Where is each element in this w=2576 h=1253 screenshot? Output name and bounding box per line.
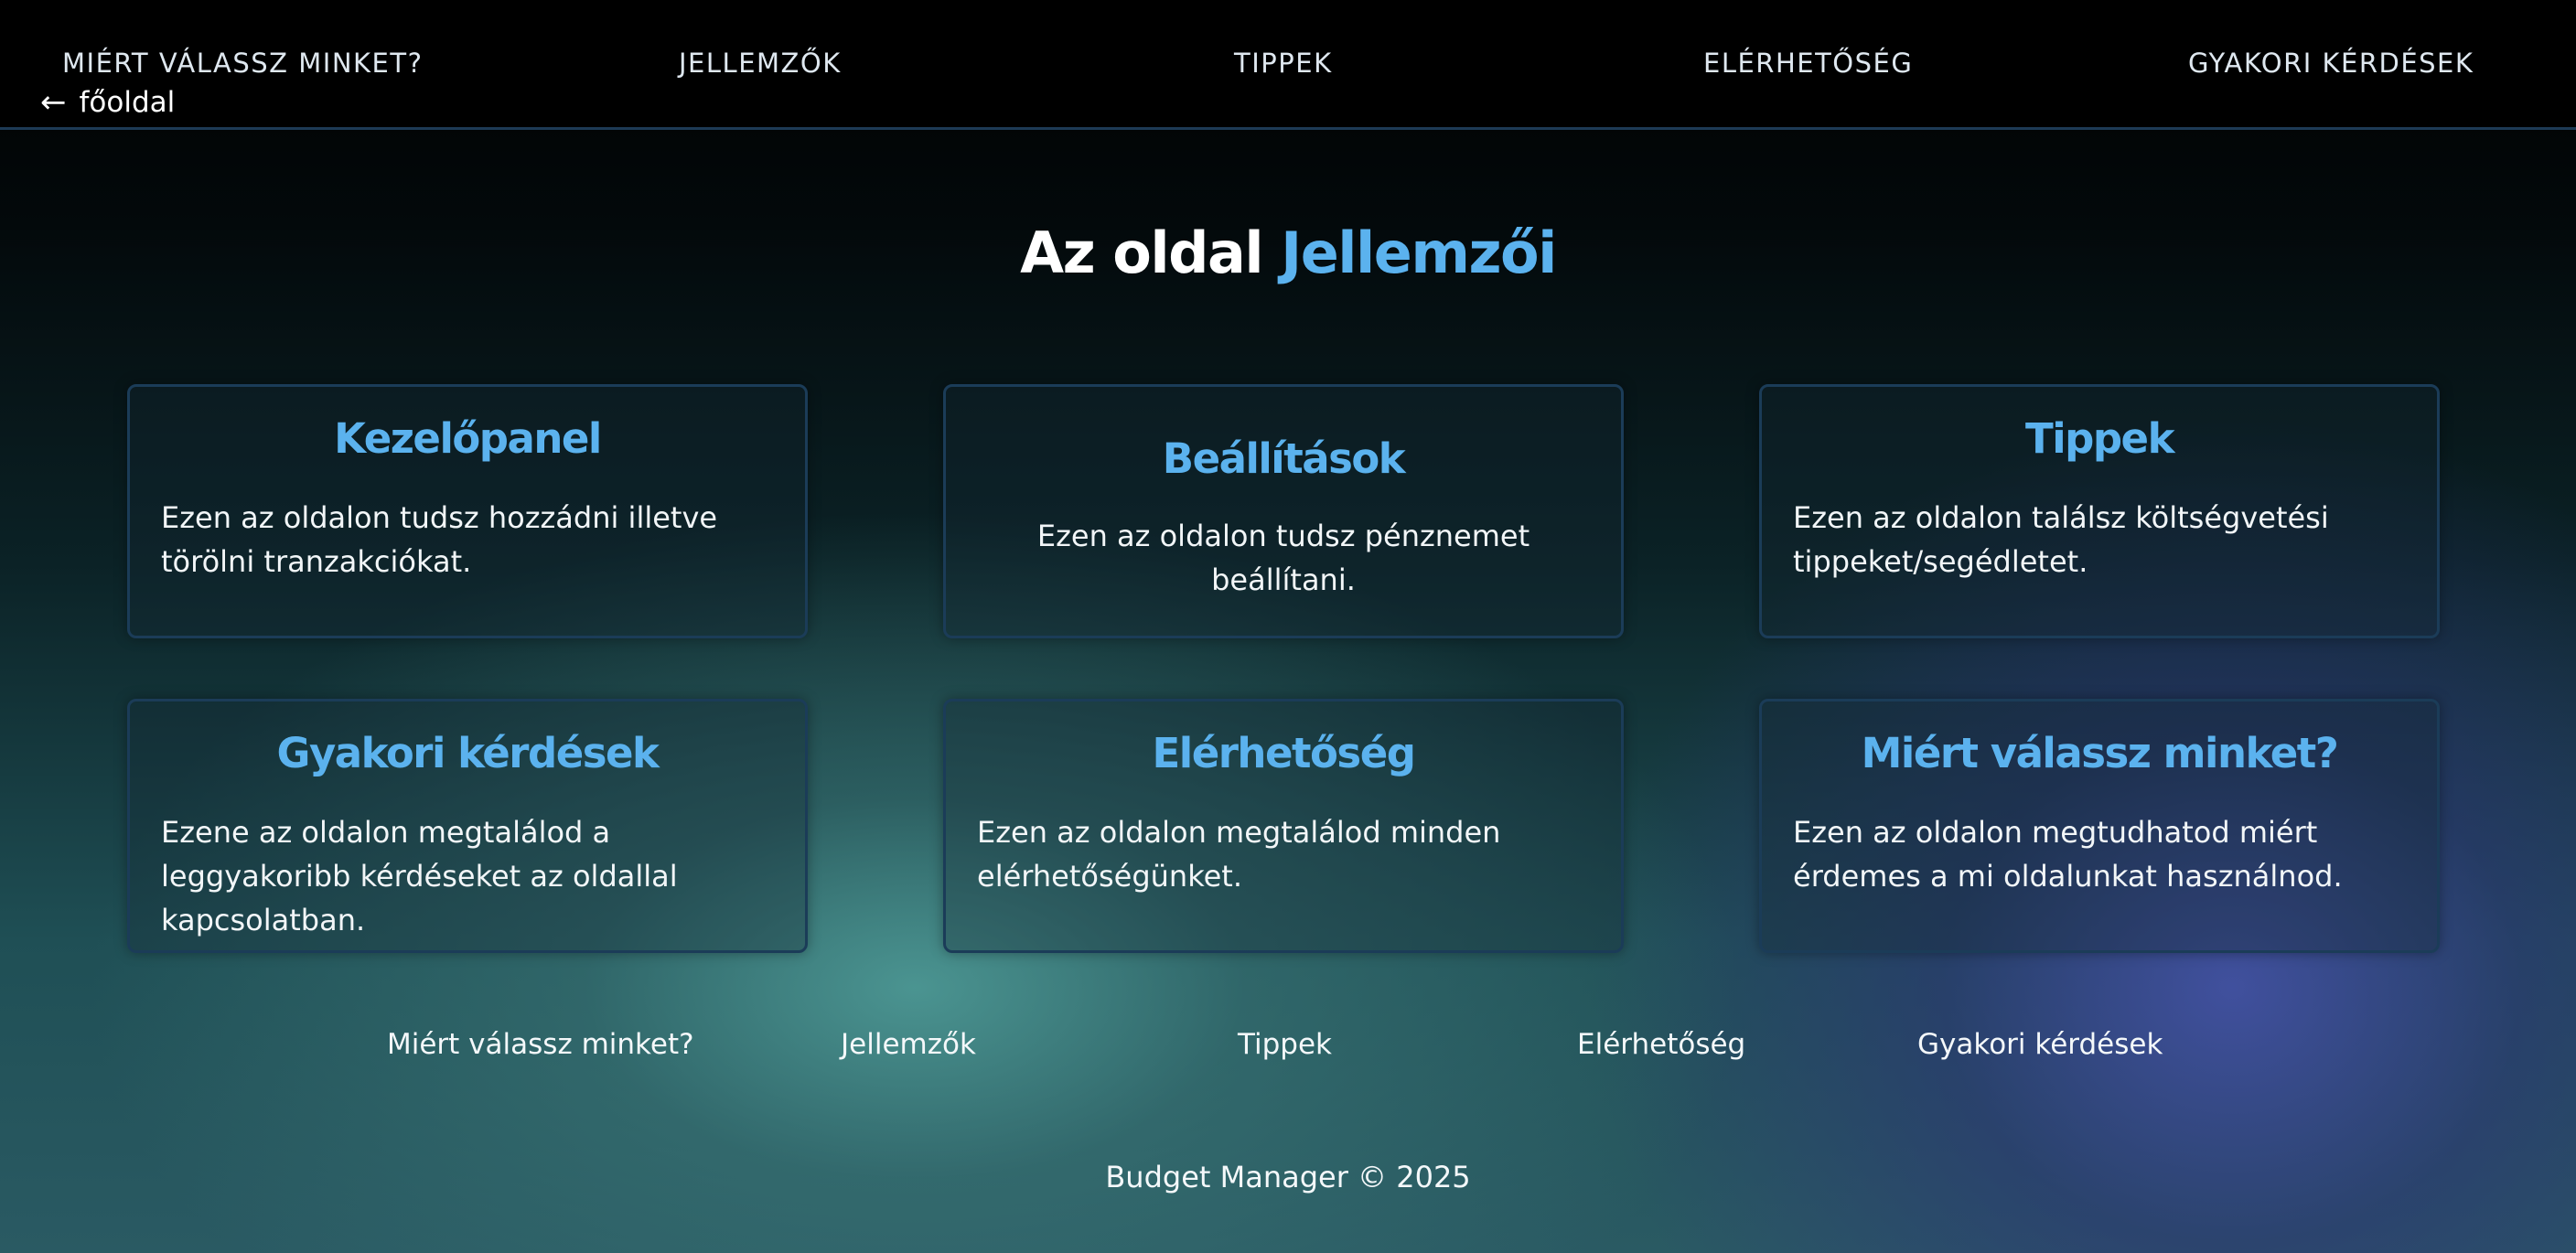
- copyright-text: Budget Manager © 2025: [1105, 1160, 1471, 1194]
- feature-card-title: Miért válassz minket?: [1861, 729, 2339, 777]
- nav-link-faq[interactable]: GYAKORI KÉRDÉSEK: [2188, 48, 2474, 79]
- feature-card-description: Ezene az oldalon megtalálod a leggyakori…: [161, 815, 678, 937]
- footer-link-faq[interactable]: Gyakori kérdések: [1917, 1028, 2163, 1061]
- nav-link-why-us[interactable]: MIÉRT VÁLASSZ MINKET?: [62, 48, 423, 79]
- feature-card-settings[interactable]: Beállítások Ezen az oldalon tudsz pénzne…: [943, 384, 1624, 638]
- feature-card-dashboard[interactable]: Kezelőpanel Ezen az oldalon tudsz hozzád…: [127, 384, 808, 638]
- feature-card-description: Ezen az oldalon megtalálod minden elérhe…: [977, 815, 1501, 894]
- top-navigation-bar: MIÉRT VÁLASSZ MINKET? JELLEMZŐK TIPPEK E…: [0, 0, 2576, 130]
- feature-card-title: Tippek: [2025, 414, 2175, 463]
- feature-card-title: Beállítások: [1162, 434, 1406, 483]
- footer-link-why-us[interactable]: Miért válassz minket?: [387, 1028, 694, 1061]
- feature-card-title: Kezelőpanel: [334, 414, 602, 463]
- nav-link-tips[interactable]: TIPPEK: [1234, 48, 1333, 79]
- feature-card-contact[interactable]: Elérhetőség Ezen az oldalon megtalálod m…: [943, 699, 1624, 953]
- arrow-left-icon: ←: [40, 84, 67, 121]
- feature-card-faq[interactable]: Gyakori kérdések Ezene az oldalon megtal…: [127, 699, 808, 953]
- nav-link-contact[interactable]: ELÉRHETŐSÉG: [1703, 48, 1913, 79]
- page-title: Az oldal Jellemzői: [0, 220, 2576, 286]
- nav-link-features[interactable]: JELLEMZŐK: [679, 48, 842, 79]
- page-title-prefix: Az oldal: [1020, 220, 1263, 286]
- page-title-accent: Jellemzői: [1281, 220, 1557, 286]
- footer-link-features[interactable]: Jellemzők: [841, 1028, 976, 1061]
- feature-card-title: Elérhetőség: [1152, 729, 1416, 777]
- back-link-label: főoldal: [79, 86, 176, 119]
- feature-card-tips[interactable]: Tippek Ezen az oldalon találsz költségve…: [1759, 384, 2440, 638]
- feature-card-why-us[interactable]: Miért válassz minket? Ezen az oldalon me…: [1759, 699, 2440, 953]
- feature-card-description: Ezen az oldalon tudsz pénznemet beállíta…: [1036, 519, 1530, 597]
- feature-card-title: Gyakori kérdések: [276, 729, 660, 777]
- back-to-home-link[interactable]: ← főoldal: [40, 86, 175, 119]
- feature-card-description: Ezen az oldalon megtudhatod miért érdeme…: [1793, 815, 2343, 894]
- footer-link-contact[interactable]: Elérhetőség: [1577, 1028, 1745, 1061]
- feature-card-description: Ezen az oldalon találsz költségvetési ti…: [1793, 500, 2329, 579]
- footer-link-tips[interactable]: Tippek: [1238, 1028, 1332, 1061]
- feature-card-description: Ezen az oldalon tudsz hozzádni illetve t…: [161, 500, 718, 579]
